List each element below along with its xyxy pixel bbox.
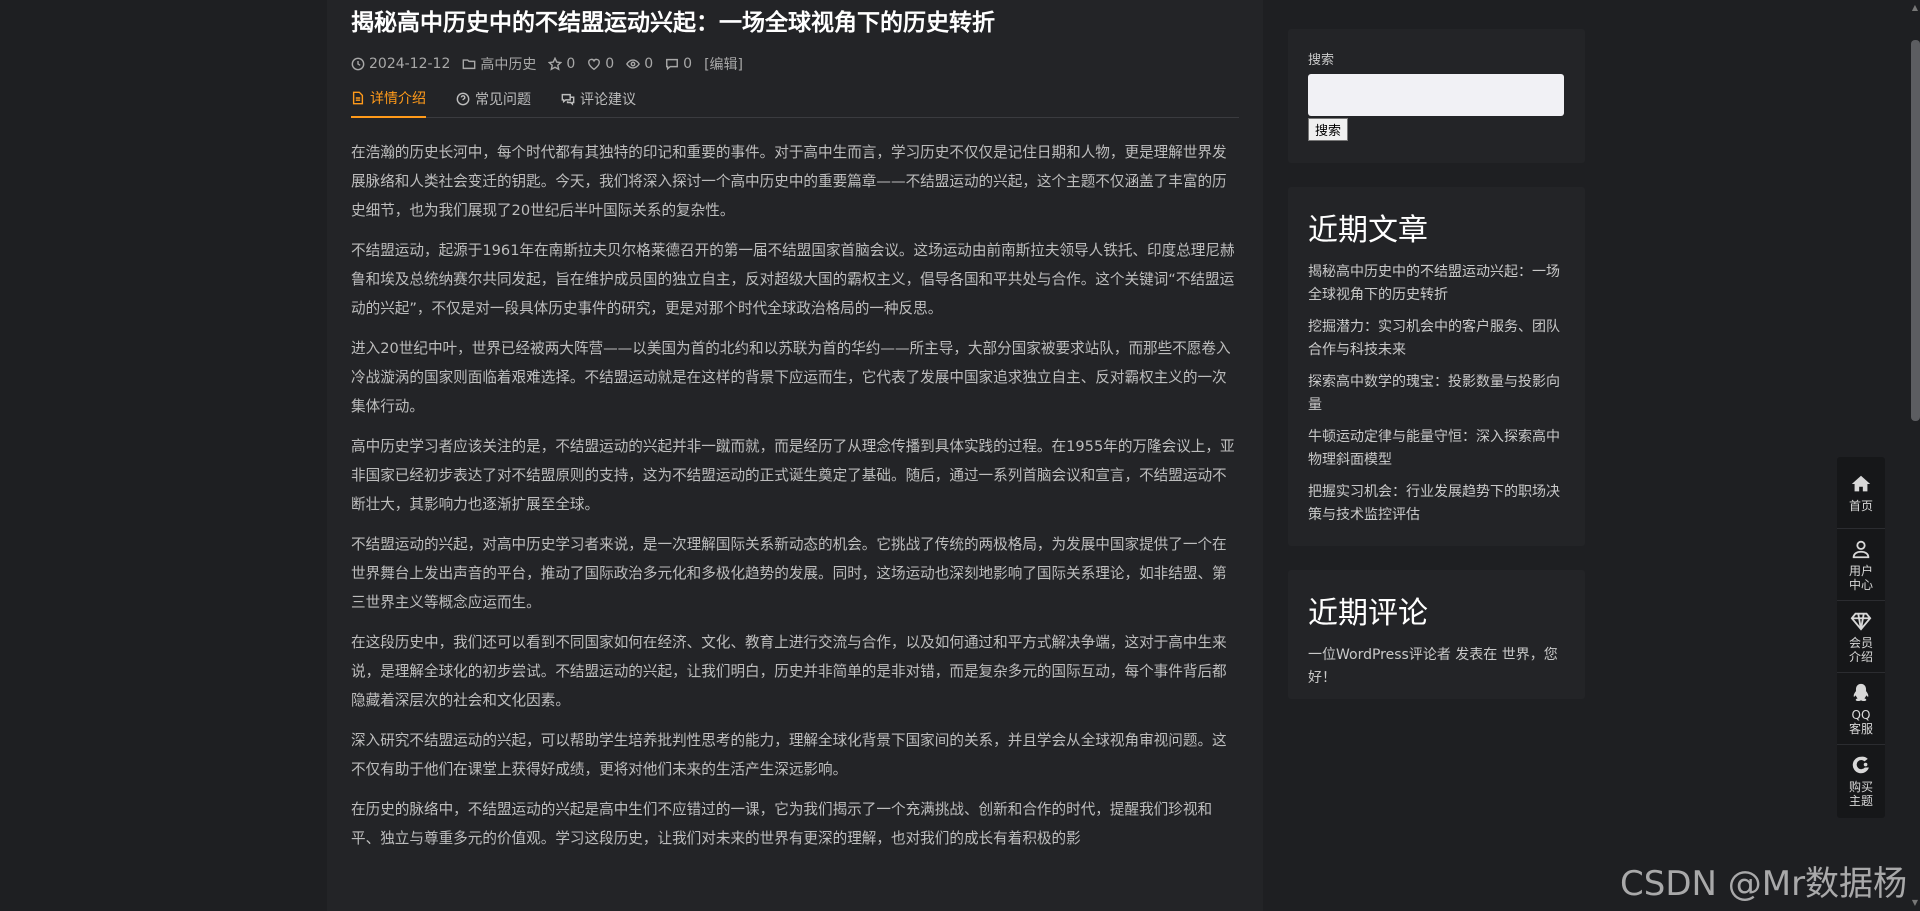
comment-count[interactable]: 0 — [665, 56, 692, 72]
float-theme-button[interactable]: 购买主题 — [1837, 745, 1885, 817]
recent-post-link[interactable]: 挖掘潜力：实习机会中的客户服务、团队合作与科技未来 — [1308, 316, 1565, 362]
paragraph: 不结盟运动，起源于1961年在南斯拉夫贝尔格莱德召开的第一届不结盟国家首脑会议。… — [351, 242, 1235, 317]
float-qq-button[interactable]: QQ客服 — [1837, 673, 1885, 745]
view-count: 0 — [626, 56, 653, 72]
article-tabs: 详情介绍 常见问题 评论建议 — [351, 88, 1239, 118]
paragraph: 在历史的脉络中，不结盟运动的兴起是高中生们不应错过的一课，它为我们揭示了一个充满… — [351, 801, 1213, 847]
scroll-down-arrow[interactable]: ▼ — [1910, 898, 1920, 908]
document-icon — [352, 91, 364, 105]
star-count[interactable]: 0 — [548, 56, 575, 72]
article-title: 揭秘高中历史中的不结盟运动兴起：一场全球视角下的历史转折 — [351, 10, 995, 36]
eye-icon — [626, 59, 641, 69]
category-link[interactable]: 高中历史 — [462, 54, 536, 74]
recent-posts-list: 揭秘高中历史中的不结盟运动兴起：一场全球视角下的历史转折 挖掘潜力：实习机会中的… — [1308, 261, 1565, 527]
paragraph: 进入20世纪中叶，世界已经被两大阵营——以美国为首的北约和以苏联为首的华约——所… — [351, 340, 1231, 415]
tab-faq[interactable]: 常见问题 — [456, 88, 531, 117]
recent-comment[interactable]: 一位WordPress评论者 发表在 世界，您好！ — [1308, 644, 1565, 690]
article-meta: 2024-12-12 高中历史 0 0 0 0 [编辑] — [351, 54, 1239, 74]
scroll-up-arrow[interactable]: ▲ — [1910, 3, 1920, 13]
home-icon — [1851, 475, 1871, 491]
tab-details[interactable]: 详情介绍 — [351, 88, 426, 118]
qq-icon — [1853, 683, 1869, 701]
paragraph: 深入研究不结盟运动的兴起，可以帮助学生培养批判性思考的能力，理解全球化背景下国家… — [351, 732, 1227, 778]
recent-post-link[interactable]: 探索高中数学的瑰宝：投影数量与投影向量 — [1308, 371, 1565, 417]
paragraph: 在这段历史中，我们还可以看到不同国家如何在经济、文化、教育上进行交流与合作，以及… — [351, 634, 1227, 709]
float-user-button[interactable]: 用户中心 — [1837, 529, 1885, 601]
search-button[interactable]: 搜索 — [1308, 118, 1349, 141]
heart-icon — [588, 58, 601, 71]
search-input[interactable] — [1308, 74, 1564, 116]
diamond-icon — [1850, 612, 1872, 631]
tab-comments[interactable]: 评论建议 — [561, 88, 636, 117]
chat-icon — [561, 93, 575, 106]
paragraph: 不结盟运动的兴起，对高中历史学习者来说，是一次理解国际关系新动态的机会。它挑战了… — [351, 536, 1227, 611]
article-main: 揭秘高中历史中的不结盟运动兴起：一场全球视角下的历史转折 2024-12-12 … — [327, 0, 1263, 911]
widget-title: 近期文章 — [1308, 213, 1428, 248]
paragraph: 在浩瀚的历史长河中，每个时代都有其独特的印记和重要的事件。对于高中生而言，学习历… — [351, 144, 1227, 219]
float-home-button[interactable]: 首页 — [1837, 457, 1885, 529]
widget-title: 近期评论 — [1308, 596, 1428, 631]
floating-toolbar: 首页 用户中心 会员介绍 QQ客服 购买主题 — [1837, 457, 1885, 818]
search-widget: 搜索 搜索 — [1288, 29, 1585, 163]
edit-link[interactable]: [编辑] — [704, 54, 743, 74]
clock-icon — [351, 57, 365, 71]
recent-post-link[interactable]: 揭秘高中历史中的不结盟运动兴起：一场全球视角下的历史转折 — [1308, 261, 1565, 307]
like-count[interactable]: 0 — [587, 56, 614, 72]
star-icon — [548, 57, 563, 71]
scrollbar-thumb[interactable] — [1911, 40, 1920, 421]
folder-icon — [462, 59, 476, 70]
watermark: CSDN @Mr数据杨 — [1620, 864, 1908, 904]
recent-post-link[interactable]: 把握实习机会：行业发展趋势下的职场决策与技术监控评估 — [1308, 481, 1565, 527]
theme-icon — [1852, 756, 1869, 774]
article-content: 在浩瀚的历史长河中，每个时代都有其独特的印记和重要的事件。对于高中生而言，学习历… — [351, 138, 1239, 853]
float-vip-button[interactable]: 会员介绍 — [1837, 601, 1885, 673]
user-icon — [1852, 540, 1870, 558]
question-icon — [456, 92, 470, 105]
paragraph: 高中历史学习者应该关注的是，不结盟运动的兴起并非一蹴而就，而是经历了从理念传播到… — [351, 438, 1235, 513]
comment-icon — [666, 58, 679, 71]
recent-posts-widget: 近期文章 揭秘高中历史中的不结盟运动兴起：一场全球视角下的历史转折 挖掘潜力：实… — [1288, 187, 1585, 546]
search-label: 搜索 — [1308, 53, 1335, 68]
recent-post-link[interactable]: 牛顿运动定律与能量守恒：深入探索高中物理斜面模型 — [1308, 426, 1565, 472]
recent-comments-widget: 近期评论 一位WordPress评论者 发表在 世界，您好！ — [1288, 570, 1585, 699]
date: 2024-12-12 — [351, 56, 450, 72]
